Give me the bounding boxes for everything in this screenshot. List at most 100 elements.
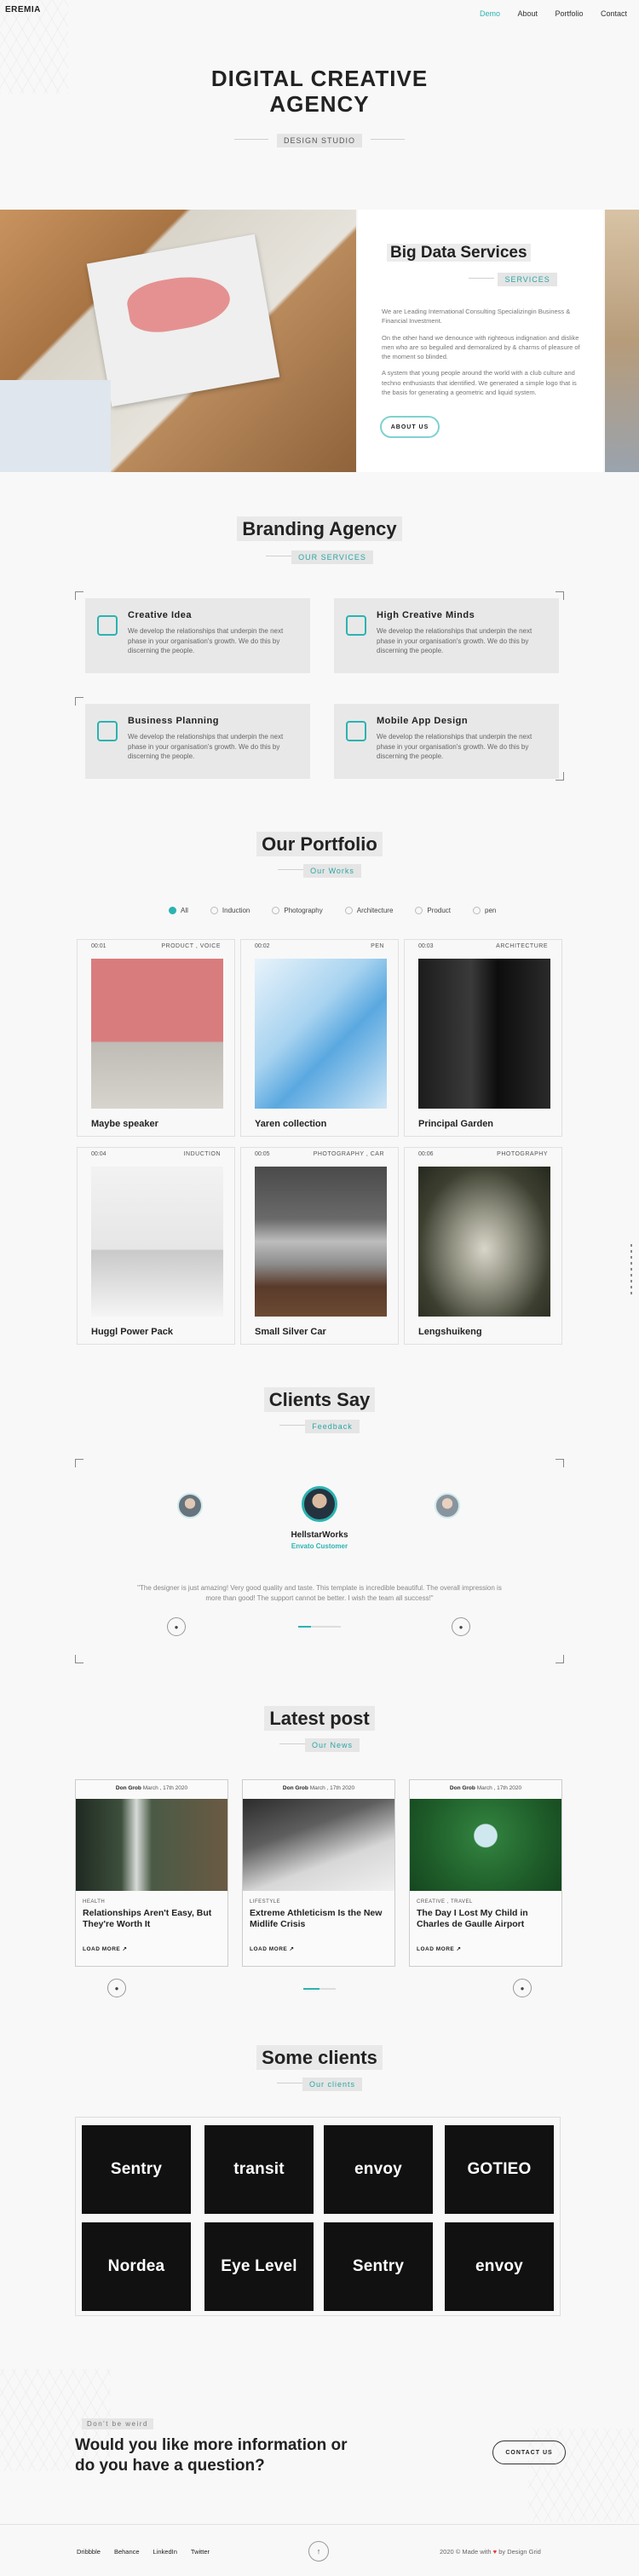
- portfolio-card[interactable]: 00:04 INDUCTION Huggl Power Pack: [77, 1147, 235, 1345]
- posts-next-button[interactable]: ●: [513, 1979, 532, 1997]
- filter-pen[interactable]: pen: [473, 907, 496, 914]
- portfolio-card[interactable]: 00:05 PHOTOGRAPHY , CAR Small Silver Car: [240, 1147, 399, 1345]
- service-title: Creative Idea: [128, 610, 192, 620]
- hero-subtitle-row: DESIGN STUDIO: [0, 132, 639, 147]
- service-card-business-planning[interactable]: Business Planning We develop the relatio…: [85, 704, 310, 779]
- client-logo-nordea[interactable]: Nordea: [82, 2222, 191, 2311]
- portfolio-title-text: Yaren collection: [255, 1119, 327, 1129]
- logo[interactable]: EREMIA: [5, 5, 41, 14]
- posts-prev-button[interactable]: ●: [107, 1979, 126, 1997]
- arrow-up-icon: ↑: [316, 2547, 321, 2556]
- clients-tag: Our clients: [302, 2078, 362, 2091]
- portfolio-image: [91, 959, 223, 1109]
- hero-title-line1: DIGITAL CREATIVE: [210, 66, 429, 91]
- frame-corner: [556, 772, 564, 781]
- client-logo-eye-level[interactable]: Eye Level: [204, 2222, 314, 2311]
- post-card[interactable]: Don Grob March , 17th 2020 LIFESTYLE Ext…: [242, 1779, 395, 1967]
- client-logo-envoy[interactable]: envoy: [324, 2125, 433, 2214]
- client-logo-gotieo[interactable]: GOTIEO: [445, 2125, 554, 2214]
- posts-progress: [303, 1988, 336, 1990]
- post-title[interactable]: Relationships Aren't Easy, But They're W…: [83, 1908, 221, 1930]
- filter-photography[interactable]: Photography: [272, 907, 323, 914]
- monitor-icon: [97, 615, 118, 636]
- branding-title: Branding Agency: [0, 516, 639, 541]
- arrow-icon: ↗: [289, 1946, 295, 1952]
- portfolio-title-text: Lengshuikeng: [418, 1327, 482, 1337]
- post-card[interactable]: Don Grob March , 17th 2020 CREATIVE , TR…: [409, 1779, 562, 1967]
- testimonial-name: HellstarWorks: [291, 1530, 348, 1540]
- testimonial-next-button[interactable]: ●: [452, 1617, 470, 1636]
- portfolio-num: 00:01: [91, 943, 106, 949]
- post-image: [76, 1799, 227, 1891]
- service-card-mobile-app-design[interactable]: Mobile App Design We develop the relatio…: [334, 704, 559, 779]
- bigdata-card: Big Data Services SERVICES We are Leadin…: [358, 210, 603, 472]
- frame-corner: [75, 697, 83, 706]
- nav-contact[interactable]: Contact: [601, 9, 627, 18]
- post-meta: Don Grob March , 17th 2020: [115, 1785, 188, 1791]
- bigdata-p2: On the other hand we denounce with right…: [382, 333, 580, 361]
- testimonial-prev-button[interactable]: ●: [167, 1617, 186, 1636]
- back-to-top-button[interactable]: ↑: [308, 2541, 329, 2562]
- portfolio-image: [418, 1167, 550, 1317]
- client-logo-transit[interactable]: transit: [204, 2125, 314, 2214]
- hero-title-line2: AGENCY: [269, 90, 370, 117]
- frame-corner: [75, 1655, 83, 1663]
- triangle-icon: [346, 615, 366, 636]
- service-card-creative-idea[interactable]: Creative Idea We develop the relationshi…: [85, 598, 310, 673]
- portfolio-image: [418, 959, 550, 1109]
- nav-demo[interactable]: Demo: [480, 9, 500, 18]
- frame-corner: [556, 1655, 564, 1663]
- branding-tag: OUR SERVICES: [291, 550, 373, 564]
- portfolio-title-text: Maybe speaker: [91, 1119, 158, 1129]
- portfolio-card[interactable]: 00:06 PHOTOGRAPHY Lengshuikeng: [404, 1147, 562, 1345]
- testimonial-progress: [298, 1626, 341, 1628]
- cta-heading-line1: Would you like more information or: [75, 2436, 348, 2454]
- footer-link-behance[interactable]: Behance: [114, 2548, 140, 2556]
- post-image: [243, 1799, 394, 1891]
- post-title[interactable]: The Day I Lost My Child in Charles de Ga…: [417, 1908, 555, 1930]
- load-more-link[interactable]: LOAD MORE ↗: [83, 1945, 128, 1952]
- footer-link-twitter[interactable]: Twitter: [191, 2548, 210, 2556]
- post-card[interactable]: Don Grob March , 17th 2020 HEALTH Relati…: [75, 1779, 228, 1967]
- portfolio-image: [91, 1167, 223, 1317]
- client-logo-envoy-2[interactable]: envoy: [445, 2222, 554, 2311]
- post-category: HEALTH: [83, 1899, 106, 1905]
- filter-induction[interactable]: Induction: [210, 907, 250, 914]
- top-nav: Demo About Portfolio Contact: [466, 5, 627, 20]
- bigdata-text: We are Leading International Consulting …: [382, 307, 586, 397]
- contact-us-button[interactable]: CONTACT US: [492, 2441, 566, 2464]
- filter-product[interactable]: Product: [415, 907, 451, 914]
- service-card-high-creative-minds[interactable]: High Creative Minds We develop the relat…: [334, 598, 559, 673]
- filter-architecture[interactable]: Architecture: [344, 907, 393, 914]
- client-logo-sentry[interactable]: Sentry: [82, 2125, 191, 2214]
- side-scroll-indicator[interactable]: [630, 1244, 632, 1295]
- client-logo-sentry-2[interactable]: Sentry: [324, 2222, 433, 2311]
- portfolio-title: Our Portfolio: [0, 832, 639, 856]
- nav-about[interactable]: About: [518, 9, 538, 18]
- footer-link-linkedin[interactable]: LinkedIn: [153, 2548, 177, 2556]
- portfolio-card[interactable]: 00:01 PRODUCT , VOICE Maybe speaker: [77, 939, 235, 1137]
- post-category: LIFESTYLE: [250, 1899, 281, 1905]
- gear-icon: [346, 721, 366, 741]
- avatar-active[interactable]: [302, 1486, 337, 1522]
- load-more-link[interactable]: LOAD MORE ↗: [250, 1945, 295, 1952]
- filter-all[interactable]: All: [169, 907, 188, 914]
- portfolio-card[interactable]: 00:02 PEN Yaren collection: [240, 939, 399, 1137]
- service-text: We develop the relationships that underp…: [377, 733, 532, 761]
- avatar-left[interactable]: [177, 1493, 203, 1519]
- portfolio-title-text: Principal Garden: [418, 1119, 494, 1129]
- frame-corner: [556, 1459, 564, 1467]
- briefcase-icon: [97, 721, 118, 741]
- arrow-icon: ↗: [122, 1946, 128, 1952]
- portfolio-tag-row: Our Works: [0, 862, 639, 878]
- nav-portfolio[interactable]: Portfolio: [555, 9, 583, 18]
- post-title[interactable]: Extreme Athleticism Is the New Midlife C…: [250, 1908, 388, 1930]
- about-us-button[interactable]: ABOUT US: [380, 416, 440, 438]
- portfolio-card[interactable]: 00:03 ARCHITECTURE Principal Garden: [404, 939, 562, 1137]
- load-more-link[interactable]: LOAD MORE ↗: [417, 1945, 462, 1952]
- portfolio-filters: All Induction Photography Architecture P…: [169, 907, 518, 914]
- portfolio-title-text: Small Silver Car: [255, 1327, 326, 1337]
- footer-link-dribbble[interactable]: Dribbble: [77, 2548, 101, 2556]
- bigdata-p1: We are Leading International Consulting …: [382, 308, 571, 326]
- avatar-right[interactable]: [435, 1493, 460, 1519]
